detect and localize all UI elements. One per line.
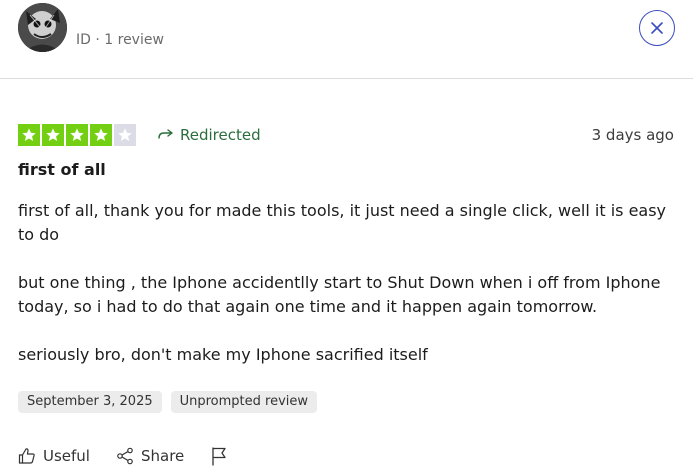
star-rating [18, 124, 136, 146]
useful-button[interactable]: Useful [18, 447, 90, 465]
star-filled [42, 124, 64, 146]
experience-date-tag: September 3, 2025 [18, 391, 162, 413]
redirected-text: Redirected [180, 126, 261, 144]
star-filled [66, 124, 88, 146]
reviewer-meta: ID · 1 review [76, 32, 164, 48]
flag-icon [212, 447, 226, 466]
unprompted-review-tag: Unprompted review [170, 391, 318, 413]
review-body: first of all, thank you for made this to… [18, 199, 678, 391]
share-label: Share [140, 447, 185, 465]
useful-label: Useful [43, 447, 90, 465]
thumbs-up-icon [18, 448, 35, 464]
share-button[interactable]: Share [116, 447, 184, 465]
review-date-ago: 3 days ago [591, 126, 674, 144]
star-filled [18, 124, 40, 146]
review-paragraph: seriously bro, don't make my Iphone sacr… [18, 345, 428, 364]
star-empty [114, 124, 136, 146]
share-icon [117, 447, 133, 465]
avatar[interactable] [18, 3, 67, 52]
review-title: first of all [18, 160, 106, 179]
close-icon [651, 22, 663, 34]
reviewer-header: ID · 1 review [0, 0, 693, 79]
review-paragraph: first of all, thank you for made this to… [18, 201, 667, 244]
star-filled [90, 124, 112, 146]
redirected-label: Redirected [158, 125, 261, 145]
redirect-arrow-icon [158, 129, 173, 139]
report-button[interactable] [210, 446, 228, 466]
review-tags: September 3, 2025 Unprompted review [18, 391, 318, 413]
close-button[interactable] [639, 10, 675, 46]
review-paragraph: but one thing , the Iphone accidentlly s… [18, 273, 661, 316]
review-actions: Useful Share [18, 446, 228, 466]
